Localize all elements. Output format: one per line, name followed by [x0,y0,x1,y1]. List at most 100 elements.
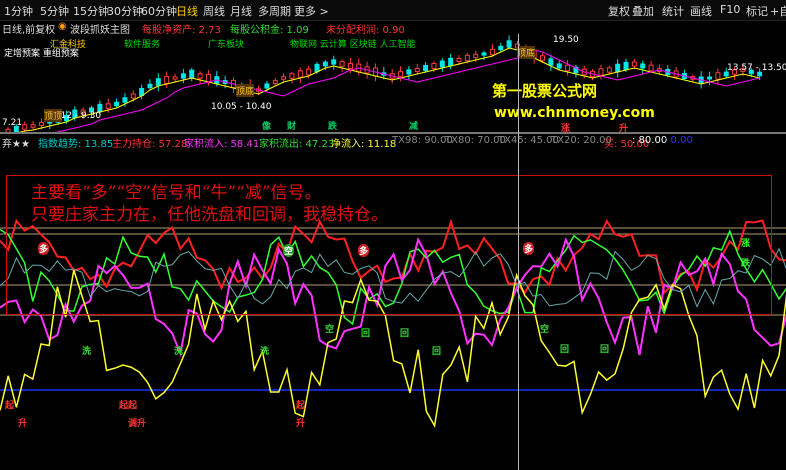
indicator-value: : 80.00 [632,135,668,146]
candle-body [448,57,454,67]
candle-body [297,70,303,78]
mark-button[interactable]: 标记 [746,3,768,19]
lower-label: 调升 [128,419,147,429]
candle-body [481,52,487,56]
candle-body [631,61,637,67]
tab-1min[interactable]: 1分钟 [4,3,33,19]
candle-body [623,61,629,71]
lower-label: 空 [325,325,335,335]
candle-body [264,83,270,89]
indicator-value: TX80: 70.00 [445,135,506,146]
ma-line [43,49,760,134]
tab-15min[interactable]: 15分钟 [73,3,109,19]
candle-body [414,68,420,72]
candle-body [172,76,178,80]
sector-line2: 定增预案 重组预案 [4,49,79,59]
candle-body [489,48,495,56]
signal-badge: 多 [523,242,535,255]
candle-body [431,62,437,70]
candle-body [30,124,36,128]
candle-body [715,72,721,80]
candle-body [205,73,211,83]
sector-tag: 广东板块 [208,40,245,50]
lower-label: 起 [5,401,15,411]
sector-tag: 软件服务 [124,40,161,50]
f10-button[interactable]: F10 [720,3,740,16]
custom-button[interactable]: +自 [770,3,786,19]
notice-box: 主要看“多”“空”信号和“牛”“减”信号。 只要庄家主力在，任他洗盘和回调，我稳… [6,175,772,315]
lower-label: 回 [600,345,610,355]
price-label-mid: 10.05 - 10.40 [211,102,272,112]
candle-body [548,58,554,66]
price-label-min: 7.21 [2,118,23,128]
signal-badge: 跌 [741,259,751,269]
candle-body [147,83,153,89]
candle-body [498,45,504,51]
signal-label: 跌 [328,122,338,132]
candle-body [164,75,170,85]
candle-body [272,80,278,84]
tab-weekly[interactable]: 周线 [203,3,225,19]
lower-label: 洗 [82,347,92,357]
candle-body [339,61,345,67]
candle-body [105,103,111,109]
candle-body [289,73,295,79]
lower-label: 起起 [119,401,138,411]
indicator-value: : 0.00 [664,135,693,146]
tab-multi-period[interactable]: 多周期 [258,3,291,19]
tab-5min[interactable]: 5分钟 [40,3,69,19]
candle-body [473,53,479,59]
lower-label: 回 [560,345,570,355]
lower-label: 洗 [174,347,184,357]
lower-label: 洗 [260,347,270,357]
watermark-title: 第一股票公式网 [492,82,598,100]
signal-badge: 多 [38,242,50,255]
lower-label: 回 [432,347,442,357]
candle-body [38,122,44,126]
candle-body [598,68,604,76]
tab-60min[interactable]: 60分钟 [141,3,177,19]
draw-button[interactable]: 画线 [690,3,712,19]
indicator-value: TX98: 90.00 [392,135,453,146]
candle-body [130,93,136,99]
notice-line-2: 只要庄家主力在，任他洗盘和回调，我稳持仓。 [31,205,388,225]
candle-body [406,69,412,75]
candle-body [707,76,713,80]
price-tag: 顶顶 [44,109,63,122]
price-tag: 顶底 [236,84,255,97]
crosshair-cursor[interactable] [518,34,519,470]
candle-body [540,55,546,61]
candle-body [506,40,512,48]
tab-daily[interactable]: 日线 [176,3,198,19]
ma-line [12,47,760,134]
candle-body [439,60,445,68]
candle-body [456,57,462,63]
signal-label: 财 [287,122,297,132]
expand-icon[interactable]: ◉ [58,21,67,32]
candle-body [155,78,161,86]
signal-badge: 多 [358,244,370,257]
candle-body [464,54,470,62]
price-label-high: 19.50 [553,35,579,45]
indicator-bar: 弃★★ 指数趋势: 13.85 主力持仓: 57.28 家积流入: 58.41 … [0,134,786,150]
candle-body [423,64,429,72]
candle-body [306,68,312,76]
candle-body [565,64,571,72]
price-tag: 顶底 [517,46,536,59]
signal-badge: 空 [283,244,295,257]
price-label-right: 13.57 - 13.50 [727,63,786,73]
stats-button[interactable]: 统计 [662,3,684,19]
overlay-button[interactable]: 叠加 [632,3,654,19]
signal-label: 像 [262,122,272,132]
candle-body [606,67,612,73]
tab-monthly[interactable]: 月线 [230,3,252,19]
adjust-button[interactable]: 复权 [608,3,630,19]
lower-label: 回 [361,329,371,339]
lower-label: 升 [296,419,306,429]
candle-body [556,63,562,69]
tab-30min[interactable]: 30分钟 [107,3,143,19]
candle-body [648,64,654,72]
tab-more[interactable]: 更多 > [294,3,329,19]
candle-body [189,69,195,79]
candle-body [331,59,337,65]
